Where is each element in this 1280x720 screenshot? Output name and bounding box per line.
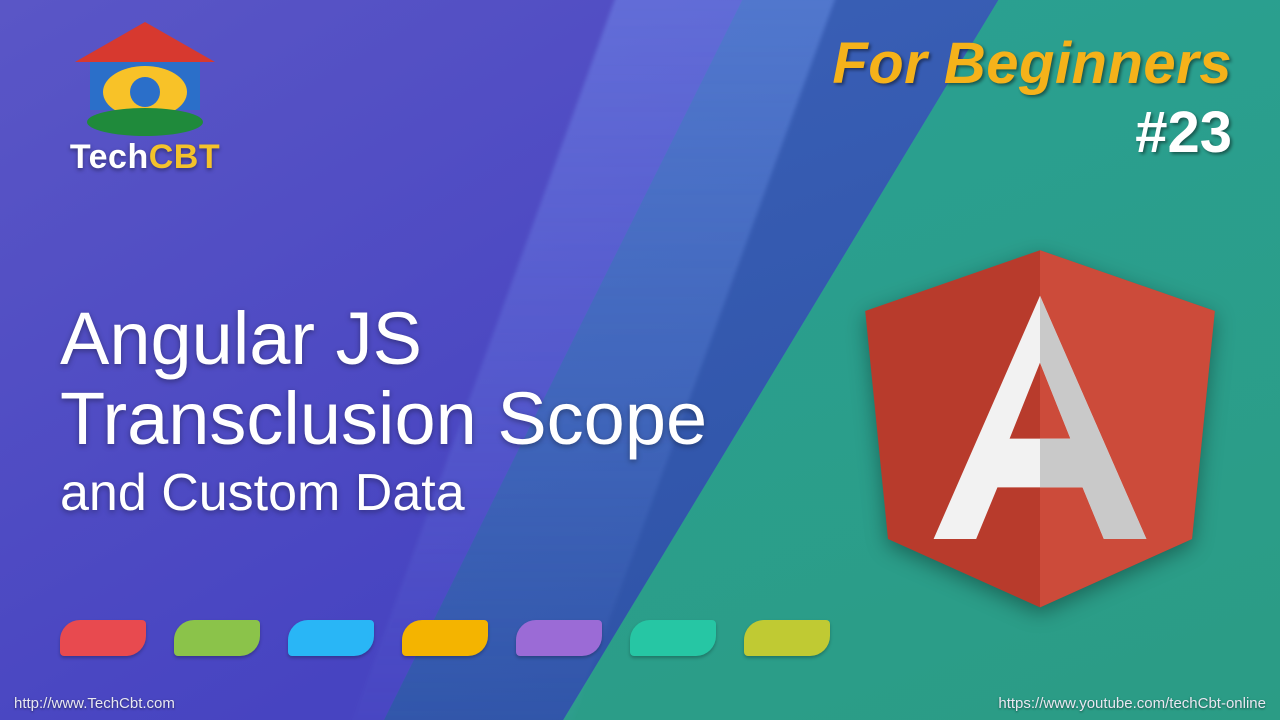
pill-5	[516, 620, 602, 656]
thumbnail-stage: TechCBT For Beginners #23 Angular JS Tra…	[0, 0, 1280, 720]
pill-3	[288, 620, 374, 656]
title-block: Angular JS Transclusion Scope and Custom…	[60, 300, 707, 526]
title-line-3: and Custom Data	[60, 461, 707, 526]
brand-name-part1: Tech	[70, 138, 149, 176]
header-right: For Beginners #23	[832, 30, 1232, 166]
brand-name: TechCBT	[50, 138, 240, 177]
footer-url-left: http://www.TechCbt.com	[14, 695, 175, 712]
pill-1	[60, 620, 146, 656]
brand-name-part2: CBT	[149, 138, 220, 176]
title-line-2: Transclusion Scope	[60, 378, 707, 461]
angular-logo-icon	[850, 225, 1230, 625]
brand-logo-icon	[70, 22, 220, 140]
brand-logo: TechCBT	[50, 22, 240, 177]
title-line-1: Angular JS	[60, 300, 707, 378]
pill-6	[630, 620, 716, 656]
tagline: For Beginners	[832, 30, 1232, 97]
pill-7	[744, 620, 830, 656]
episode-number: #23	[832, 99, 1232, 166]
pill-4	[402, 620, 488, 656]
pill-2	[174, 620, 260, 656]
footer-url-right: https://www.youtube.com/techCbt-online	[998, 695, 1266, 712]
pill-row	[60, 620, 830, 656]
